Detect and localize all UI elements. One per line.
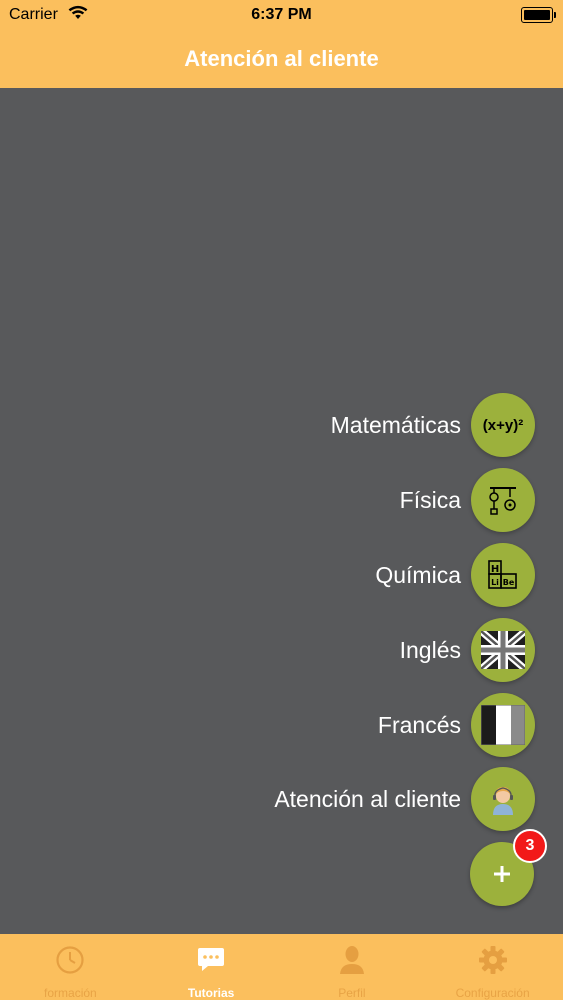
tab-perfil[interactable]: Perfil [282,934,423,1000]
fab-item-atencion-cliente[interactable]: Atención al cliente [274,767,535,831]
fab-label: Inglés [399,636,461,663]
periodic-table-icon[interactable]: H Li Be [471,543,535,607]
tab-formacion[interactable]: formación [0,934,141,1000]
person-icon [339,944,365,976]
plus-icon [494,866,510,882]
svg-text:Li: Li [491,578,499,587]
france-flag-icon[interactable] [471,693,535,757]
formula-icon[interactable]: (x+y)² [471,393,535,457]
tab-label: formación [44,986,97,1000]
status-bar: Carrier 6:37 PM [0,0,563,30]
battery-icon [521,7,556,23]
tab-label: Configuración [455,986,530,1000]
support-agent-icon[interactable] [471,767,535,831]
notification-badge: 3 [513,829,547,863]
fab-label: Francés [377,711,461,738]
gear-icon [478,944,508,976]
page-title: Atención al cliente [184,46,379,71]
fab-item-frances[interactable]: Francés [378,693,535,757]
pulley-icon[interactable] [471,468,535,532]
chat-bubble-icon [196,944,226,976]
fab-item-matematicas[interactable]: Matemáticas (x+y)² [331,393,535,457]
uk-flag-icon[interactable] [471,618,535,682]
tab-label: Perfil [338,986,366,1000]
fab-item-ingles[interactable]: Inglés [400,618,535,682]
fab-label: Física [399,486,461,513]
clock-time: 6:37 PM [251,6,312,23]
fab-label: Química [375,561,461,588]
nav-bar: Atención al cliente [0,30,563,88]
tab-tutorias[interactable]: Tutorias [141,934,282,1000]
svg-text:Be: Be [503,578,515,587]
fab-item-fisica[interactable]: Física [400,468,535,532]
clock-icon [55,944,85,976]
fab-item-quimica[interactable]: Química H Li Be [375,543,535,607]
fab-label: Atención al cliente [274,785,461,812]
tab-label: Tutorias [187,986,235,1000]
svg-text:H: H [491,564,499,575]
tab-configuracion[interactable]: Configuración [422,934,563,1000]
fab-label: Matemáticas [330,411,461,438]
tab-bar: formación Tutorias Perfil Configuración [0,934,563,1000]
